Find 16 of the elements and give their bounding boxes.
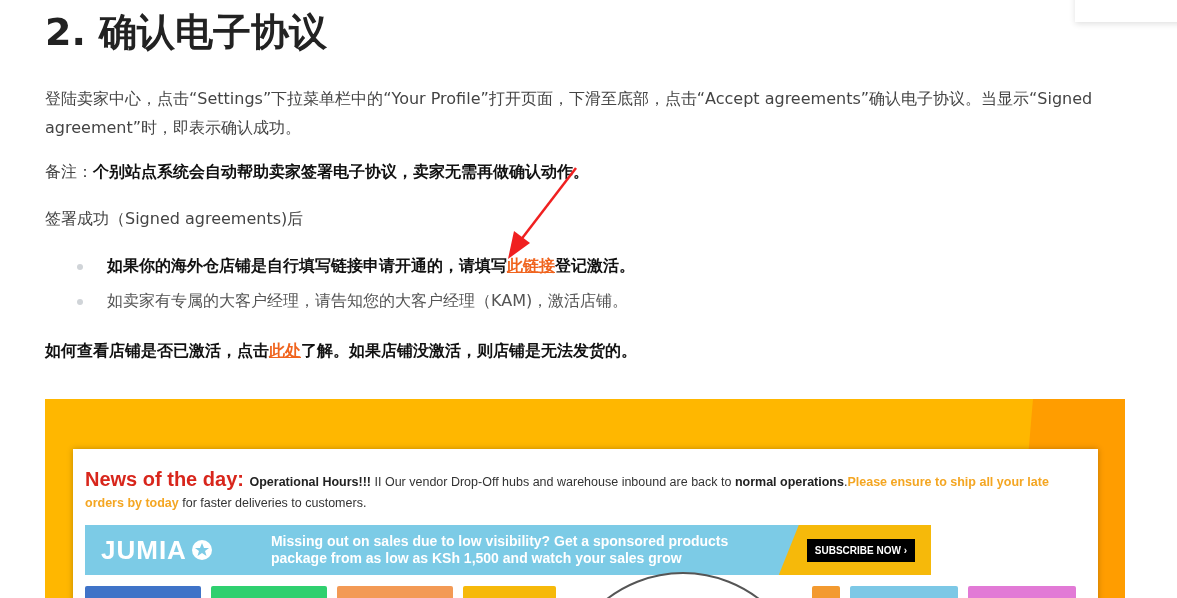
bullet-dot <box>77 298 83 305</box>
bullet-dot <box>77 263 83 270</box>
list-item-text: 如卖家有专属的大客户经理，请告知您的大客户经理（KAM)，激活店铺。 <box>107 291 629 312</box>
star-logo-icon <box>190 539 213 561</box>
news-text: News of the day: Operational Hours!!! II Our vendor Drop-Off hubs and warehouse inbound are back to normal operations.Please ensure to ship all your late orders by today for faster deliveries to customers. <box>85 469 1050 512</box>
text-link[interactable]: 此链接 <box>507 256 555 275</box>
text-link[interactable]: 此处 <box>269 341 301 360</box>
subscribe-button[interactable]: SUBSCRIBE NOW › <box>806 538 915 562</box>
section-heading: 2. 确认电子协议 <box>45 9 329 56</box>
banner-message: Missing out on sales due to low visibility? Get a sponsored products package from as low as KSh 1,500 and watch your sales grow <box>269 533 730 567</box>
intro-paragraph: 登陆卖家中心，点击“Settings”下拉菜单栏中的“Your Profile”打开页面，下滑至底部，点击“Accept agreements”确认电子协议。当显示“Signed agreement”时，即表示确认成功。 <box>45 88 1094 139</box>
note-paragraph: 备注：个别站点系统会自动帮助卖家签署电子协议，卖家无需再做确认动作。 <box>45 161 590 183</box>
check-paragraph: 如何查看店铺是否已激活，点击此处了解。如果店铺没激活，则店铺是无法发货的。 <box>45 340 638 362</box>
signed-paragraph: 签署成功（Signed agreements)后 <box>45 208 305 230</box>
logo-text: JUMIA <box>101 534 187 566</box>
list-item-text: 如果你的海外仓店铺是自行填写链接申请开通的，请填写此链接登记激活。 <box>107 256 635 277</box>
